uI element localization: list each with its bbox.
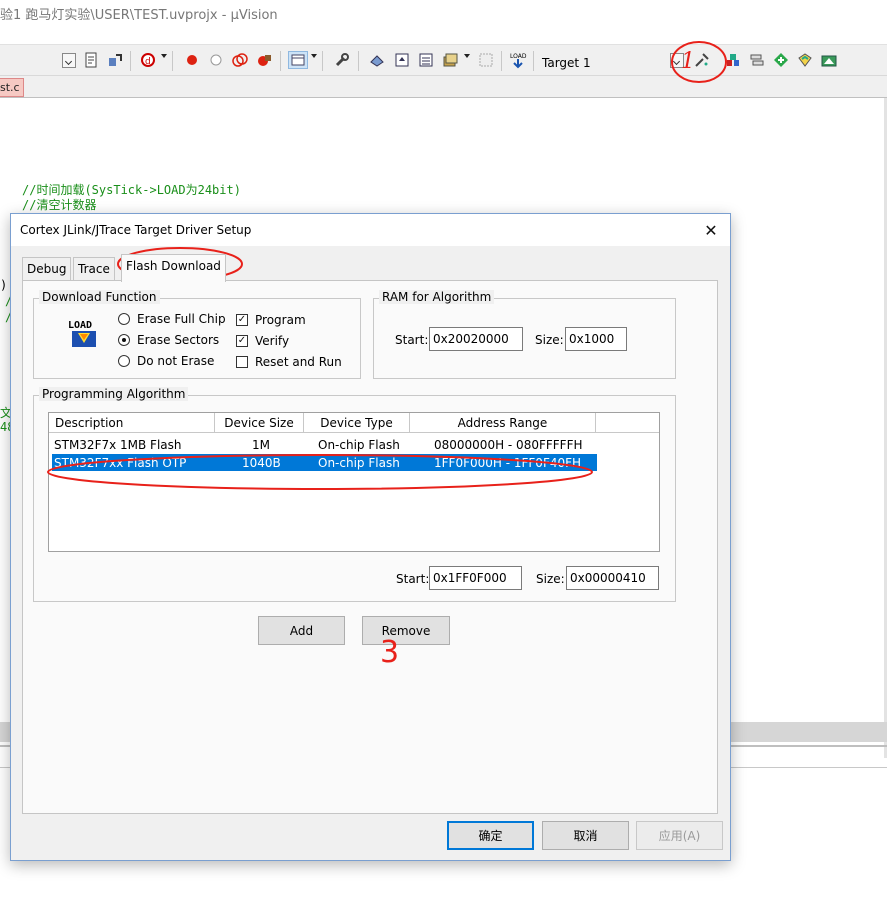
- batch-build-icon[interactable]: [441, 51, 459, 69]
- column-address-range[interactable]: Address Range: [410, 413, 596, 433]
- radio-indicator[interactable]: [118, 334, 130, 346]
- code-line-2: //清空计数器: [22, 198, 97, 212]
- kill-breakpoints-icon[interactable]: [231, 51, 249, 69]
- reset-and-run-checkbox[interactable]: Reset and Run: [236, 355, 342, 369]
- group-title: RAM for Algorithm: [379, 290, 495, 304]
- radio-indicator[interactable]: [118, 355, 130, 367]
- cell-range: 1FF0F000H - 1FF0F40FH: [434, 456, 582, 470]
- checkbox-indicator[interactable]: ✓: [236, 314, 248, 326]
- algo-start-label: Start:: [396, 572, 430, 586]
- column-device-size[interactable]: Device Size: [215, 413, 304, 433]
- file-tab-test[interactable]: st.c: [0, 78, 24, 97]
- verify-checkbox[interactable]: ✓ Verify: [236, 334, 289, 348]
- load-icon: LOAD: [68, 320, 96, 347]
- do-not-erase-radio[interactable]: Do not Erase: [118, 354, 214, 368]
- breakpoint-icon[interactable]: [183, 51, 201, 69]
- breakpoint-disabled-icon[interactable]: [207, 51, 225, 69]
- algorithm-list[interactable]: Description Device Size Device Type Addr…: [48, 412, 660, 552]
- checkbox-label: Program: [255, 313, 306, 327]
- checkbox-indicator[interactable]: [236, 356, 248, 368]
- algo-size-label: Size:: [536, 572, 565, 586]
- load-download-icon[interactable]: LOAD: [509, 51, 527, 69]
- build-icon[interactable]: [393, 51, 411, 69]
- manage-components-icon[interactable]: [724, 51, 742, 69]
- group-title: Programming Algorithm: [39, 387, 189, 401]
- table-row[interactable]: STM32F7x 1MB Flash 1M On-chip Flash 0800…: [52, 436, 597, 453]
- rebuild-icon[interactable]: [417, 51, 435, 69]
- radio-indicator[interactable]: [118, 313, 130, 325]
- select-packs-icon[interactable]: [820, 51, 838, 69]
- tab-debug[interactable]: Debug: [22, 257, 72, 281]
- algo-start-input[interactable]: 0x1FF0F000: [429, 566, 522, 590]
- svg-text:d: d: [145, 57, 151, 67]
- erase-breakpoints-icon[interactable]: [255, 51, 273, 69]
- radio-label: Erase Sectors: [137, 333, 220, 347]
- wrench-icon[interactable]: [333, 51, 351, 69]
- checkbox-indicator[interactable]: ✓: [236, 335, 248, 347]
- window-title: 验1 跑马灯实验\USER\TEST.uvprojx - µVision: [0, 8, 278, 23]
- group-title: Download Function: [39, 290, 160, 304]
- ram-size-input[interactable]: 0x1000: [565, 327, 627, 351]
- target-select-value[interactable]: Target 1: [542, 56, 591, 70]
- program-checkbox[interactable]: ✓ Program: [236, 313, 306, 327]
- select-software-packs-icon[interactable]: [796, 51, 814, 69]
- remove-button[interactable]: Remove: [362, 616, 450, 645]
- ok-button[interactable]: 确定: [447, 821, 534, 850]
- load-icon-label: LOAD: [68, 320, 92, 331]
- dialog-titlebar: Cortex JLink/JTrace Target Driver Setup …: [11, 214, 730, 246]
- ram-size-label: Size:: [535, 333, 564, 347]
- checkbox-label: Reset and Run: [255, 355, 342, 369]
- target-dropdown-icon[interactable]: [670, 53, 684, 68]
- radio-label: Do not Erase: [137, 354, 215, 368]
- ram-start-label: Start:: [395, 333, 429, 347]
- cell-description: STM32F7xx Flash OTP: [54, 456, 187, 470]
- ram-start-input[interactable]: 0x20020000: [429, 327, 523, 351]
- stop-build-icon[interactable]: [477, 51, 495, 69]
- erase-sectors-radio[interactable]: Erase Sectors: [118, 333, 219, 347]
- batch-icon[interactable]: [106, 51, 124, 69]
- radio-label: Erase Full Chip: [137, 312, 226, 326]
- chevron-down-icon[interactable]: [464, 54, 470, 58]
- close-icon[interactable]: ✕: [700, 219, 722, 241]
- tab-trace[interactable]: Trace: [73, 257, 115, 281]
- list-header: Description Device Size Device Type Addr…: [49, 413, 659, 433]
- window-layout-icon[interactable]: [288, 51, 308, 69]
- window-titlebar: 验1 跑马灯实验\USER\TEST.uvprojx - µVision: [0, 0, 887, 26]
- add-button[interactable]: Add: [258, 616, 345, 645]
- dialog-title: Cortex JLink/JTrace Target Driver Setup: [20, 223, 252, 237]
- cancel-button[interactable]: 取消: [542, 821, 629, 850]
- chevron-down-icon[interactable]: [311, 54, 317, 58]
- translate-icon[interactable]: [368, 51, 386, 69]
- checkbox-label: Verify: [255, 334, 290, 348]
- cell-description: STM32F7x 1MB Flash: [54, 438, 182, 452]
- cell-range: 08000000H - 080FFFFFH: [434, 438, 583, 452]
- tab-flash-download[interactable]: Flash Download: [121, 254, 226, 282]
- chevron-down-icon[interactable]: [161, 54, 167, 58]
- cell-type: On-chip Flash: [318, 456, 400, 470]
- debug-session-icon[interactable]: d: [140, 51, 158, 69]
- combo-dropdown-icon[interactable]: [62, 53, 76, 68]
- algo-size-input[interactable]: 0x00000410: [566, 566, 659, 590]
- cell-size: 1M: [252, 438, 270, 452]
- target-driver-setup-dialog: Cortex JLink/JTrace Target Driver Setup …: [10, 213, 731, 861]
- apply-button[interactable]: 应用(A): [636, 821, 723, 850]
- cell-size: 1040B: [242, 456, 281, 470]
- column-device-type[interactable]: Device Type: [304, 413, 410, 433]
- file-settings-icon[interactable]: [82, 51, 100, 69]
- manage-rte-icon[interactable]: [748, 51, 766, 69]
- target-options-icon[interactable]: [693, 51, 711, 69]
- editor-tabstrip: st.c: [0, 76, 887, 98]
- cell-type: On-chip Flash: [318, 438, 400, 452]
- column-description[interactable]: Description: [49, 413, 215, 433]
- code-fragment: ): [0, 278, 8, 292]
- main-toolbar: d LOAD Target 1: [0, 44, 887, 76]
- svg-text:LOAD: LOAD: [510, 53, 527, 60]
- table-row-selected[interactable]: STM32F7xx Flash OTP 1040B On-chip Flash …: [52, 454, 597, 471]
- pack-installer-icon[interactable]: [772, 51, 790, 69]
- erase-full-chip-radio[interactable]: Erase Full Chip: [118, 312, 226, 326]
